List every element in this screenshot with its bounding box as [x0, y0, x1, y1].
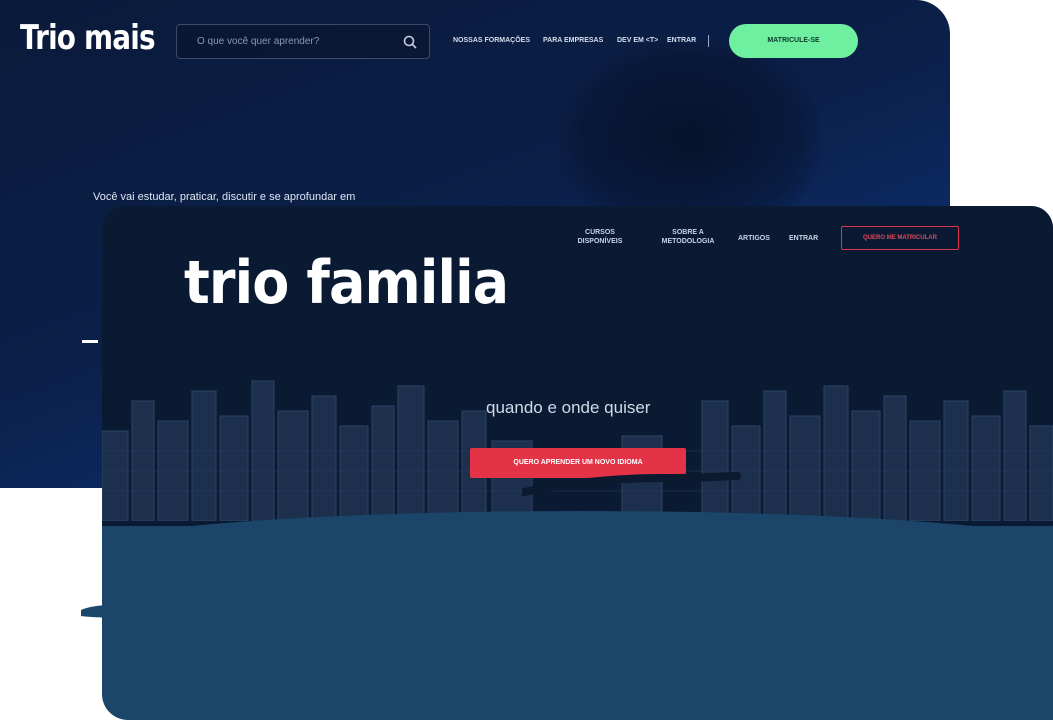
decorative-dash [82, 340, 98, 343]
search-input[interactable]: O que você quer aprender? [176, 24, 430, 59]
hero-subtitle: quando e onde quiser [486, 398, 651, 417]
nav-link-dev[interactable]: DEV EM <T> [617, 37, 658, 44]
search-placeholder: O que você quer aprender? [197, 36, 320, 47]
nav-link-artigos[interactable]: ARTIGOS [738, 234, 770, 243]
brand-logo-back[interactable]: Trio mais [20, 18, 156, 58]
brand-logo-front[interactable]: trio familia [184, 248, 509, 318]
nav-link-entrar-front[interactable]: ENTRAR [789, 234, 818, 243]
nav-link-entrar-back[interactable]: ENTRAR [667, 37, 696, 44]
search-icon[interactable] [403, 35, 417, 49]
nav-link-metodologia[interactable]: SOBRE A METODOLOGIA [655, 228, 721, 246]
nav-divider [708, 35, 709, 47]
scribble-mark-left [81, 604, 150, 618]
nav-link-empresas[interactable]: PARA EMPRESAS [543, 37, 603, 44]
enroll-outline-button[interactable]: QUERO ME MATRICULAR [841, 226, 959, 250]
nav-link-formacoes[interactable]: NOSSAS FORMAÇÕES [453, 37, 530, 44]
front-browser-window: CURSOS DISPONÍVEIS SOBRE A METODOLOGIA A… [102, 206, 1053, 720]
nav-link-cursos[interactable]: CURSOS DISPONÍVEIS [570, 228, 630, 246]
enroll-button[interactable]: MATRICULE-SE [729, 24, 858, 58]
scribble-mark [522, 472, 741, 496]
hero-text-back: Você vai estudar, praticar, discutir e s… [93, 191, 356, 203]
